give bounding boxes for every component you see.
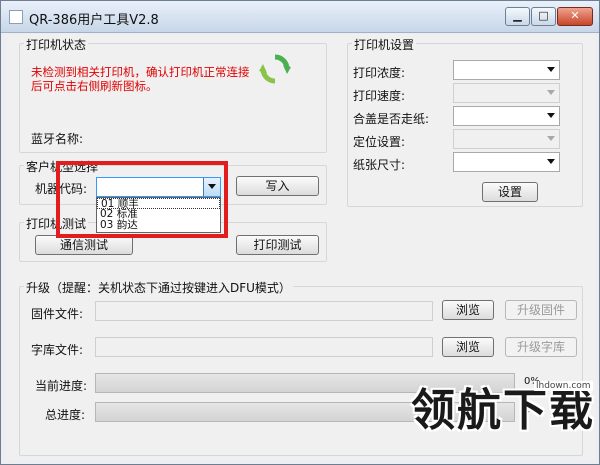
printer-status-label: 打印机状态 <box>24 36 89 53</box>
current-progress-label: 当前进度: <box>35 379 88 393</box>
firmware-file-label: 固件文件: <box>31 307 84 321</box>
cover-feed-label: 合盖是否走纸: <box>353 112 430 126</box>
speed-combobox[interactable] <box>453 83 560 103</box>
position-label: 定位设置: <box>353 135 406 149</box>
chevron-down-icon <box>547 159 555 164</box>
app-window: QR-386用户工具V2.8 ▁ □ ✕ 打印机状态 未检测到相关打印机，确认打… <box>0 0 600 465</box>
printer-settings-label: 打印机设置 <box>352 36 417 53</box>
total-progress-label: 总进度: <box>45 408 86 422</box>
print-test-button[interactable]: 打印测试 <box>236 235 319 255</box>
font-file-input[interactable] <box>95 337 433 357</box>
refresh-icon[interactable] <box>258 52 292 86</box>
app-icon <box>9 10 23 24</box>
density-label: 打印浓度: <box>353 66 406 80</box>
close-button[interactable]: ✕ <box>557 7 593 26</box>
title-bar[interactable]: QR-386用户工具V2.8 ▁ □ ✕ <box>1 1 599 33</box>
firmware-file-input[interactable] <box>95 301 433 321</box>
watermark-url: lhdown.com <box>534 381 593 391</box>
maximize-button[interactable]: □ <box>531 7 556 26</box>
chevron-down-icon <box>547 67 555 72</box>
speed-label: 打印速度: <box>353 89 406 103</box>
paper-size-combobox[interactable] <box>453 152 560 172</box>
firmware-browse-button[interactable]: 浏览 <box>442 300 494 320</box>
bluetooth-name-label: 蓝牙名称: <box>31 132 84 146</box>
upgrade-firmware-button[interactable]: 升级固件 <box>505 300 577 320</box>
font-browse-button[interactable]: 浏览 <box>442 337 494 357</box>
settings-apply-button[interactable]: 设置 <box>482 182 538 202</box>
chevron-down-icon <box>547 113 555 118</box>
upgrade-font-button[interactable]: 升级字库 <box>505 337 577 357</box>
printer-error-text: 未检测到相关打印机，确认打印机正常连接后可点击右侧刷新图标。 <box>31 65 250 93</box>
position-combobox[interactable] <box>453 129 560 149</box>
highlight-box <box>56 161 228 238</box>
minimize-button[interactable]: ▁ <box>505 7 530 26</box>
upgrade-label: 升级（提醒：关机状态下通过按键进入DFU模式） <box>24 279 293 296</box>
chevron-down-icon <box>547 136 555 141</box>
communication-test-button[interactable]: 通信测试 <box>35 235 133 255</box>
chevron-down-icon <box>547 90 555 95</box>
cover-feed-combobox[interactable] <box>453 106 560 126</box>
paper-size-label: 纸张尺寸: <box>353 158 406 172</box>
write-button[interactable]: 写入 <box>236 176 319 196</box>
window-title: QR-386用户工具V2.8 <box>29 13 159 28</box>
density-combobox[interactable] <box>453 60 560 80</box>
font-file-label: 字库文件: <box>31 343 84 357</box>
